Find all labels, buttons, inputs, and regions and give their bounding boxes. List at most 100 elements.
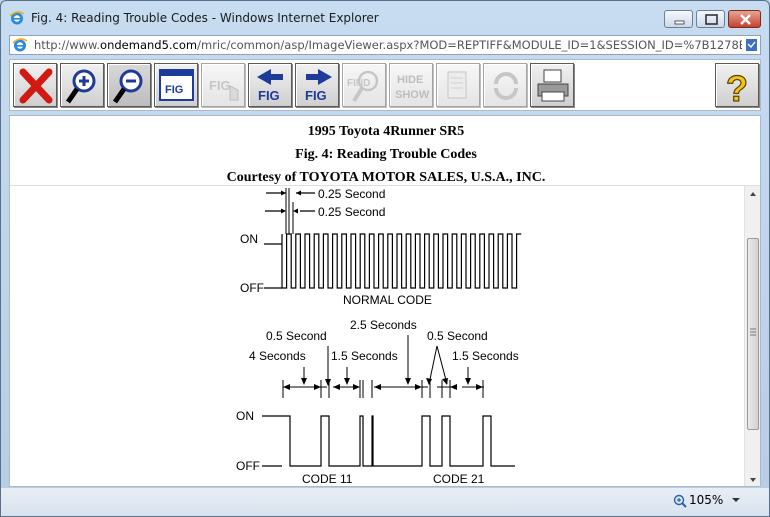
code11-caption: CODE 11 [302,472,353,486]
next-figure-button[interactable]: FIG [295,63,339,107]
zoom-level[interactable]: 105% [689,493,723,507]
arrow-head [333,384,340,390]
red-x-icon [19,68,53,104]
url-prefix: http://www. [34,38,101,52]
url-domain: ondemand5.com [100,38,198,52]
arrow-head [450,384,457,390]
close-window-button[interactable] [728,10,761,28]
printer-icon [537,69,569,102]
viewer-toolbar: FIG FIG FIG FIG FIND HIDE SHOW ? [9,59,761,111]
timing-label-15s-a: 1.5 Seconds [331,349,398,363]
timing-label-025-top: 0.25 Second [318,187,385,201]
arrow-head [301,378,307,385]
vehicle-title: 1995 Toyota 4Runner SR5 [307,124,465,139]
help-button[interactable]: ? [715,63,759,107]
arrow-head [296,190,301,196]
find-magnifier-icon: FIND [347,70,379,103]
status-bar: 105% [1,488,769,516]
url-text[interactable]: http://www.ondemand5.com/mric/common/asp… [34,38,742,52]
url-path: /mric/common/asp/ImageViewer.aspx?MOD=RE… [197,38,742,52]
fig-label: FIG [258,88,280,103]
code-off-label: OFF [236,459,260,473]
previous-figure-button[interactable]: FIG [248,63,292,107]
timing-label-05s-a: 0.5 Second [266,329,327,343]
vertical-scrollbar[interactable] [744,186,761,487]
timing-tick [285,188,290,234]
maximize-icon [705,14,718,25]
close-image-button[interactable] [13,63,57,107]
ie-logo-icon [9,11,25,25]
ie-page-icon [12,38,28,52]
fig-right-arrow-icon: FIG [305,69,332,103]
arrow-head [374,384,381,390]
normal-code-waveform [281,233,522,289]
arrow-head [283,384,290,390]
zoom-out-button[interactable] [107,63,151,107]
arrow-head [281,208,286,214]
arrow-head [465,378,471,385]
find-button[interactable]: FIND [342,63,386,107]
help-glyph: ? [726,68,748,106]
magnifier-plus-icon [65,69,96,104]
dimension-ticks [282,380,484,398]
fig-label: FIG [165,84,183,96]
document-icon [447,71,467,99]
arrow-head [476,384,483,390]
print-button[interactable] [530,63,574,107]
figure-title: Fig. 4: Reading Trouble Codes [295,147,477,162]
fig-left-arrow-icon: FIG [257,69,283,103]
bookmark-button[interactable] [436,63,480,107]
arrow-head [442,378,448,385]
show-label: SHOW [395,89,430,101]
chevron-down-icon[interactable] [731,496,741,504]
maximize-button[interactable] [696,10,725,28]
timing-diagram: 0.25 Second 0.25 Second ON OFF NORMAL CO… [236,187,522,486]
minimize-button[interactable] [664,10,693,28]
scroll-down-arrow-icon[interactable] [745,472,761,487]
timing-label-25s: 2.5 Seconds [350,318,417,332]
hide-label: HIDE [397,74,423,86]
zoom-in-button[interactable] [60,63,104,107]
arrow-head [293,208,298,214]
arrow-head [353,384,360,390]
window-title: Fig. 4: Reading Trouble Codes - Windows … [31,11,379,25]
rotate-button[interactable] [483,63,527,107]
arrow-head [314,384,321,390]
arrow-head [281,190,286,196]
scroll-thumb[interactable] [747,238,759,430]
fit-figure-button[interactable]: FIG [154,63,198,107]
fig-window-icon: FIG [159,69,194,101]
leader-05s-b [428,345,448,385]
code21-caption: CODE 21 [433,472,485,486]
title-bar[interactable]: Fig. 4: Reading Trouble Codes - Windows … [1,1,769,35]
document-viewport[interactable]: 1995 Toyota 4Runner SR5 Fig. 4: Reading … [9,115,761,487]
arrow-head [344,378,350,385]
scroll-up-arrow-icon[interactable] [745,186,761,202]
figure-header: 1995 Toyota 4Runner SR5 Fig. 4: Reading … [10,116,760,186]
magnifier-minus-icon [112,69,143,104]
hide-show-icon: HIDE SHOW [395,74,430,101]
rotate-arrows-icon [494,72,518,100]
timing-label-025-second: 0.25 Second [318,205,385,219]
code-waveform [282,415,515,467]
hide-show-button[interactable]: HIDE SHOW [389,63,433,107]
timing-label-05s-b: 0.5 Second [427,329,488,343]
arrow-head [405,378,411,385]
grip-icon [750,328,756,336]
fig-label: FIG [209,78,231,93]
off-label: OFF [240,281,264,295]
page-icon [746,39,757,51]
arrow-head [426,378,432,385]
fig-hand-icon: FIG [209,78,239,101]
address-bar[interactable]: http://www.ondemand5.com/mric/common/asp… [9,35,761,55]
close-icon [740,14,751,25]
normal-code-caption: NORMAL CODE [343,293,432,307]
timing-label-15s-b: 1.5 Seconds [452,349,519,363]
browser-window: Fig. 4: Reading Trouble Codes - Windows … [0,0,770,517]
zoom-magnifier-icon[interactable] [673,494,687,508]
arrow-head [415,384,422,390]
question-mark-icon: ? [725,67,748,106]
pan-figure-button[interactable]: FIG [201,63,245,107]
arrow-head [325,379,331,386]
code-on-label: ON [236,409,254,423]
